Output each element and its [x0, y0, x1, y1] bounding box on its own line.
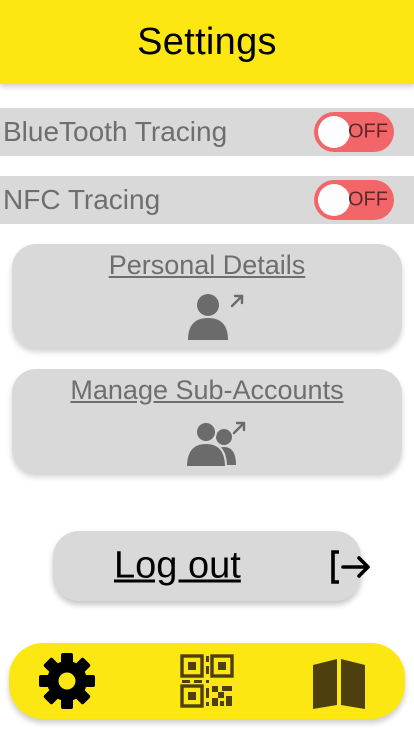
logout-button[interactable]: Log out [53, 531, 370, 601]
bluetooth-tracing-row: BlueTooth Tracing OFF [0, 108, 414, 156]
toggle-state-text: OFF [348, 120, 388, 143]
qr-code-icon[interactable] [178, 652, 236, 710]
manage-sub-accounts-label[interactable]: Manage Sub-Accounts [12, 375, 402, 406]
nfc-tracing-toggle[interactable]: OFF [314, 180, 394, 220]
toggle-knob [318, 184, 350, 216]
page-title: Settings [137, 20, 277, 63]
nfc-tracing-row: NFC Tracing OFF [0, 176, 414, 224]
toggle-knob [318, 116, 350, 148]
manage-sub-accounts-button[interactable]: Manage Sub-Accounts [12, 369, 402, 473]
person-link-icon [188, 294, 244, 340]
toggle-state-text: OFF [348, 188, 388, 211]
app-header: Settings [0, 0, 414, 84]
bottom-nav-bar [9, 643, 405, 719]
gear-icon[interactable] [37, 651, 97, 711]
open-book-icon[interactable] [309, 651, 369, 711]
personal-details-button[interactable]: Personal Details [12, 244, 402, 348]
logout-label[interactable]: Log out [114, 545, 241, 588]
nfc-tracing-label: NFC Tracing [3, 184, 161, 215]
bluetooth-tracing-label: BlueTooth Tracing [3, 116, 228, 147]
people-link-icon [184, 421, 246, 467]
bluetooth-tracing-toggle[interactable]: OFF [314, 112, 394, 152]
logout-arrow-icon [331, 550, 370, 584]
personal-details-label[interactable]: Personal Details [12, 250, 402, 281]
